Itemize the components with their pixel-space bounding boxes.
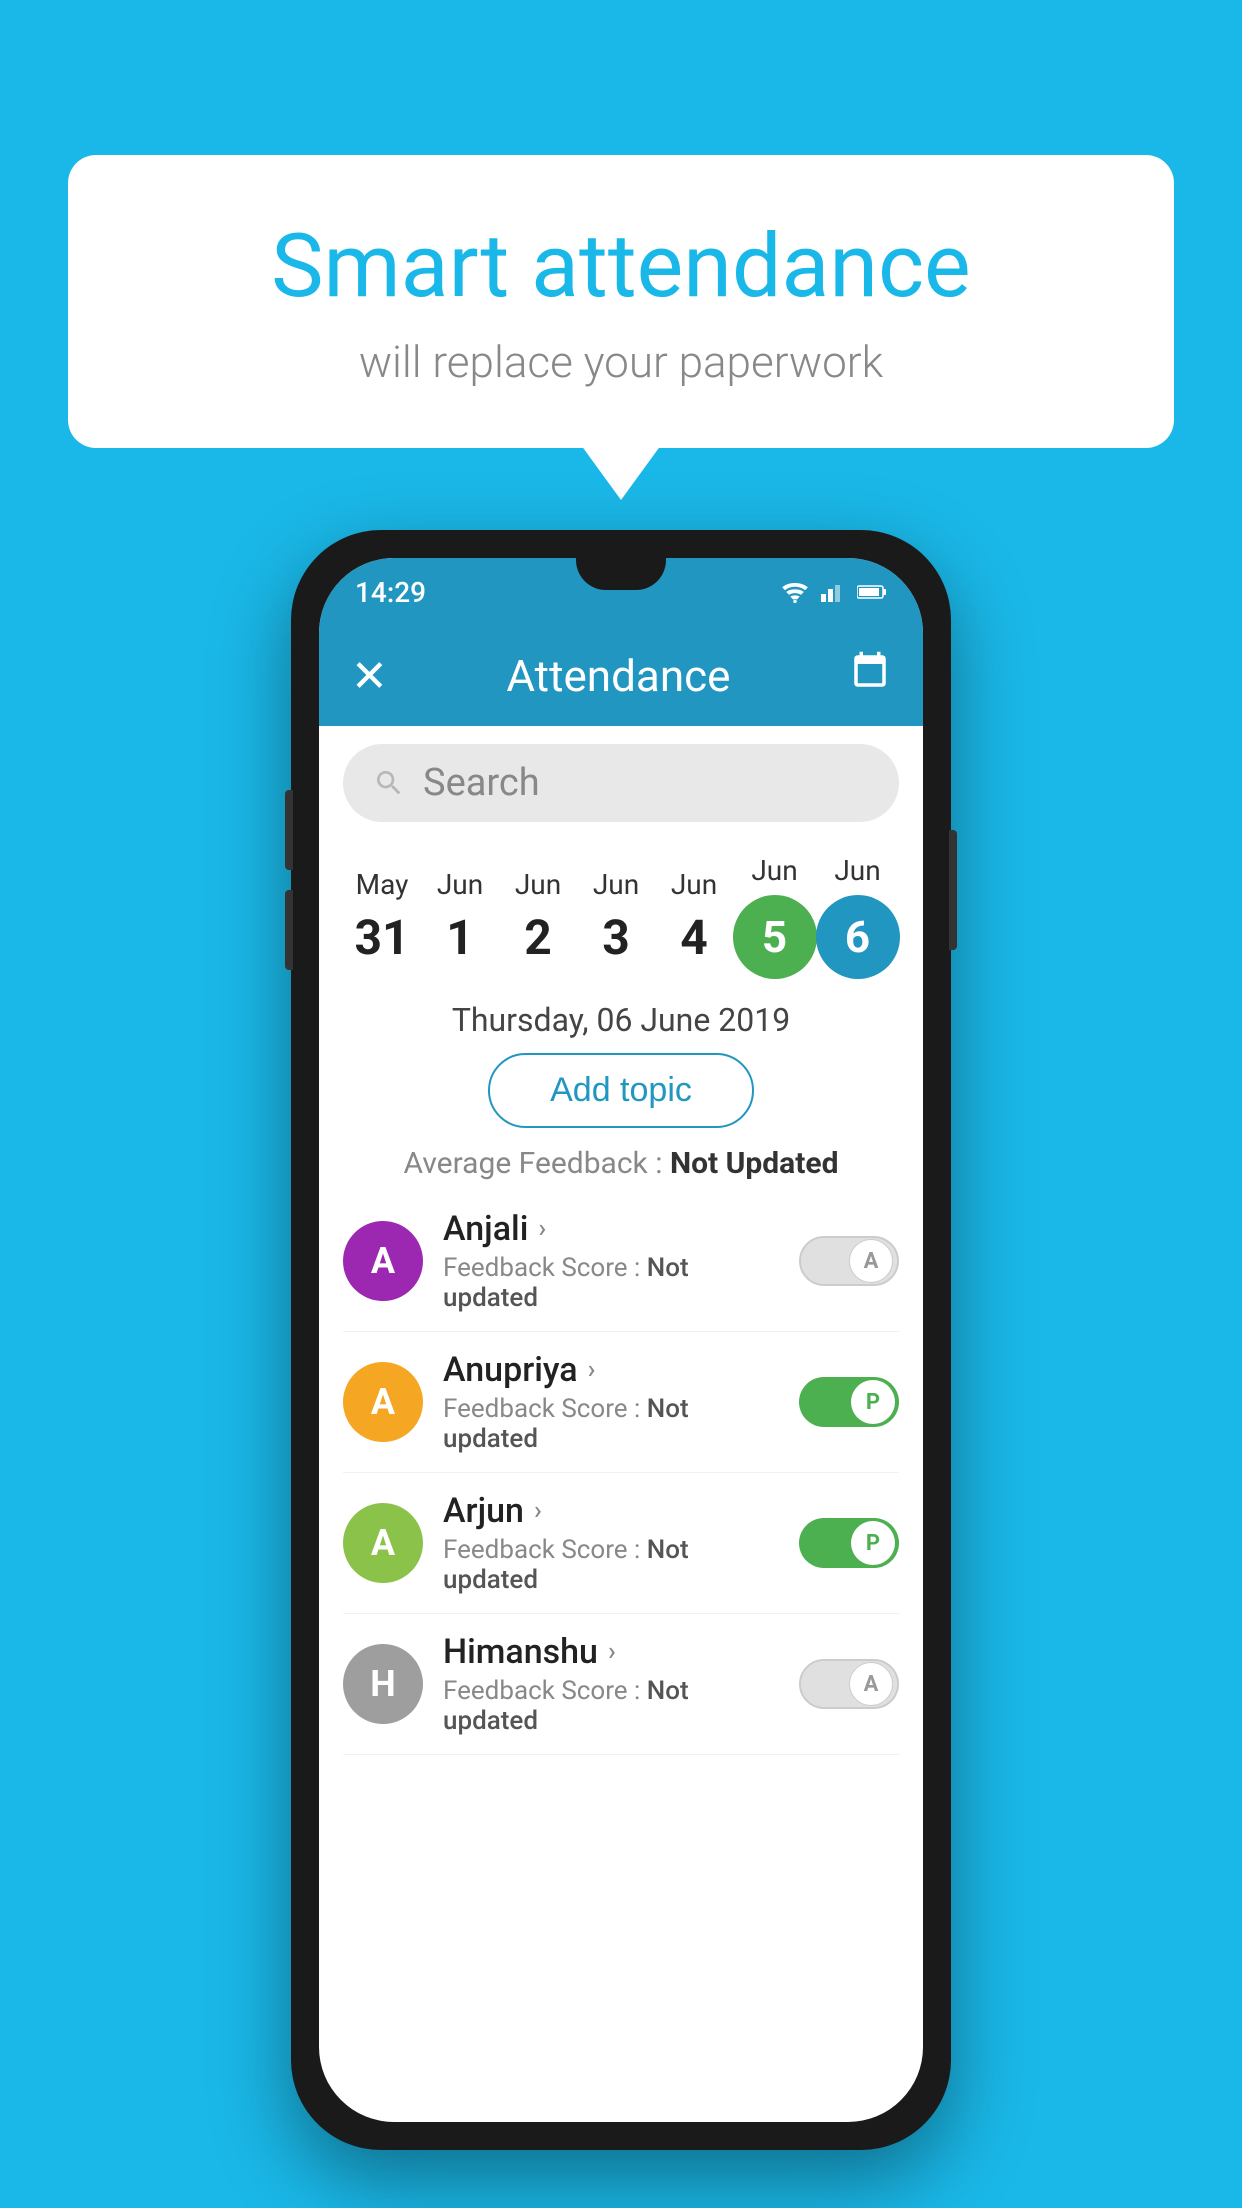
toggle-container-0[interactable]: A (799, 1236, 899, 1286)
volume-button-1 (285, 790, 293, 870)
toggle-thumb-1: P (851, 1380, 895, 1424)
phone-outer: 14:29 (291, 530, 951, 2150)
cal-month-5: Jun (751, 854, 797, 887)
cal-month-3: Jun (593, 868, 639, 901)
student-avatar-0: A (343, 1221, 423, 1301)
search-icon (373, 767, 405, 799)
student-name-3[interactable]: Himanshu › (443, 1632, 779, 1672)
status-time: 14:29 (355, 576, 426, 609)
cal-date-2: 2 (524, 909, 552, 966)
cal-day-0[interactable]: May 31 (343, 868, 421, 966)
bubble-title: Smart attendance (148, 215, 1094, 318)
toggle-2[interactable]: P (799, 1518, 899, 1568)
cal-day-1[interactable]: Jun 1 (421, 868, 499, 966)
student-row-1[interactable]: AAnupriya ›Feedback Score : Not updatedP (343, 1332, 899, 1473)
student-feedback-1: Feedback Score : Not updated (443, 1394, 779, 1454)
toggle-thumb-0: A (849, 1239, 893, 1283)
student-info-2: Arjun ›Feedback Score : Not updated (443, 1491, 779, 1595)
student-row-3[interactable]: HHimanshu ›Feedback Score : Not updatedA (343, 1614, 899, 1755)
cal-day-6[interactable]: Jun 6 (816, 854, 899, 979)
cal-date-circle-6: 6 (816, 895, 900, 979)
student-row-0[interactable]: AAnjali ›Feedback Score : Not updatedA (343, 1191, 899, 1332)
student-info-0: Anjali ›Feedback Score : Not updated (443, 1209, 779, 1313)
avg-feedback-label: Average Feedback : (404, 1146, 663, 1181)
student-feedback-2: Feedback Score : Not updated (443, 1535, 779, 1595)
bubble-subtitle: will replace your paperwork (148, 336, 1094, 388)
speech-bubble-container: Smart attendance will replace your paper… (68, 155, 1174, 448)
toggle-thumb-2: P (851, 1521, 895, 1565)
calendar-icon[interactable] (849, 650, 891, 702)
selected-date: Thursday, 06 June 2019 (319, 1001, 923, 1039)
student-info-1: Anupriya ›Feedback Score : Not updated (443, 1350, 779, 1454)
toggle-container-2[interactable]: P (799, 1518, 899, 1568)
student-name-1[interactable]: Anupriya › (443, 1350, 779, 1390)
chevron-icon-3: › (608, 1637, 616, 1667)
toggle-container-1[interactable]: P (799, 1377, 899, 1427)
chevron-icon-2: › (534, 1496, 542, 1526)
battery-icon (857, 583, 887, 601)
student-avatar-2: A (343, 1503, 423, 1583)
chevron-icon-1: › (588, 1355, 596, 1385)
student-avatar-1: A (343, 1362, 423, 1442)
student-row-2[interactable]: AArjun ›Feedback Score : Not updatedP (343, 1473, 899, 1614)
toggle-1[interactable]: P (799, 1377, 899, 1427)
student-feedback-3: Feedback Score : Not updated (443, 1676, 779, 1736)
student-info-3: Himanshu ›Feedback Score : Not updated (443, 1632, 779, 1736)
student-feedback-0: Feedback Score : Not updated (443, 1253, 779, 1313)
cal-day-4[interactable]: Jun 4 (655, 868, 733, 966)
avg-feedback: Average Feedback : Not Updated (319, 1146, 923, 1181)
speech-bubble: Smart attendance will replace your paper… (68, 155, 1174, 448)
cal-month-0: May (356, 868, 409, 901)
app-bar: ✕ Attendance (319, 626, 923, 726)
cal-date-circle-5: 5 (733, 895, 817, 979)
student-name-2[interactable]: Arjun › (443, 1491, 779, 1531)
cal-day-3[interactable]: Jun 3 (577, 868, 655, 966)
app-bar-title: Attendance (506, 650, 730, 702)
cal-date-0: 31 (354, 909, 409, 966)
avg-feedback-value: Not Updated (670, 1146, 839, 1181)
toggle-0[interactable]: A (799, 1236, 899, 1286)
volume-button-2 (285, 890, 293, 970)
status-icons (781, 581, 887, 603)
calendar-strip: May 31 Jun 1 Jun 2 Jun 3 Jun 4 Jun 5 Jun 6 (319, 840, 923, 979)
search-bar[interactable]: Search (343, 744, 899, 822)
close-button[interactable]: ✕ (351, 650, 388, 702)
student-avatar-3: H (343, 1644, 423, 1724)
power-button (949, 830, 957, 950)
phone-screen: 14:29 (319, 558, 923, 2122)
cal-day-5[interactable]: Jun 5 (733, 854, 816, 979)
cal-month-1: Jun (437, 868, 483, 901)
cal-date-3: 3 (602, 909, 630, 966)
phone-container: 14:29 (291, 530, 951, 2150)
cal-date-4: 4 (680, 909, 708, 966)
student-list: AAnjali ›Feedback Score : Not updatedAAA… (319, 1191, 923, 1755)
cal-day-2[interactable]: Jun 2 (499, 868, 577, 966)
add-topic-button[interactable]: Add topic (488, 1053, 754, 1128)
toggle-3[interactable]: A (799, 1659, 899, 1709)
phone-inner: 14:29 (305, 544, 937, 2136)
chevron-icon-0: › (538, 1214, 546, 1244)
cal-date-1: 1 (446, 909, 474, 966)
cal-month-6: Jun (834, 854, 880, 887)
toggle-thumb-3: A (849, 1662, 893, 1706)
student-name-0[interactable]: Anjali › (443, 1209, 779, 1249)
search-placeholder: Search (423, 761, 540, 805)
toggle-container-3[interactable]: A (799, 1659, 899, 1709)
cal-month-2: Jun (515, 868, 561, 901)
wifi-icon (781, 581, 809, 603)
cal-month-4: Jun (671, 868, 717, 901)
signal-icon (821, 581, 845, 603)
